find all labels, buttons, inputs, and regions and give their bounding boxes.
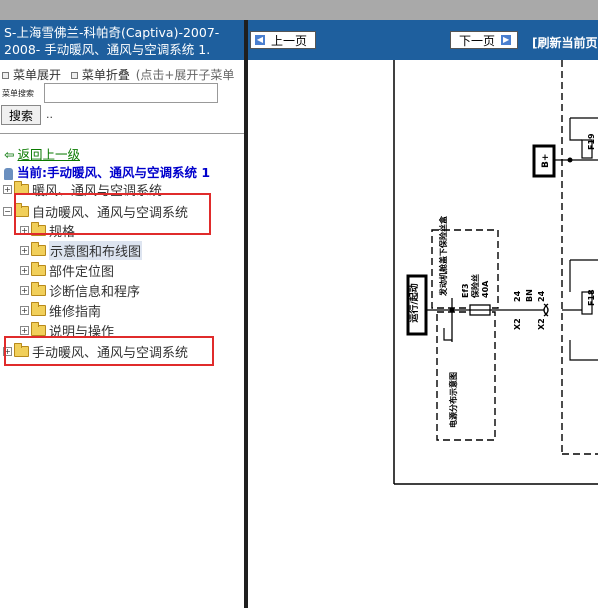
right-content-pane: ◀ 上一页 下一页 ▶ [刷新当前页 运行/起动 发动机舱盖下保险丝盒 Ef3 …	[248, 20, 598, 608]
folder-open-icon	[14, 203, 29, 217]
power-distribution-bracket	[443, 328, 452, 341]
collapse-icon	[70, 72, 78, 79]
expand-icon	[2, 72, 9, 79]
tree-item-component-locator[interactable]: + 部件定位图	[20, 261, 114, 280]
tree-item-label: 规格	[49, 225, 76, 240]
title-line-2: 2008- 手动暖风、通风与空调系统 1.	[4, 42, 211, 57]
f19-lead	[569, 118, 582, 141]
tree-item-label: 自动暖风、通风与空调系统	[32, 206, 189, 221]
menu-expand-link[interactable]: 菜单展开	[13, 68, 61, 82]
fuse-f19-text: F19	[587, 133, 596, 150]
separator-line	[0, 133, 244, 134]
folder-icon	[31, 302, 46, 316]
tree-item-description[interactable]: + 说明与操作	[20, 321, 114, 340]
tree-item-specs[interactable]: + 规格	[20, 221, 75, 240]
tree-item-manual-hvac[interactable]: + 手动暖风、通风与空调系统	[3, 342, 188, 361]
tree-item-label: 维修指南	[49, 305, 102, 320]
b-plus-text: B+	[541, 154, 551, 168]
power-distribution-text: 电源分布示意图	[448, 372, 458, 428]
expand-plus-icon[interactable]: +	[20, 286, 29, 295]
left-pane-title: S-上海雪佛兰-科帕奇(Captiva)-2007- 2008- 手动暖风、通风…	[0, 20, 244, 60]
search-dots: ..	[46, 108, 53, 121]
menu-hint: (点击+展开子菜单	[135, 68, 235, 82]
tree-item-repair[interactable]: + 维修指南	[20, 301, 101, 320]
search-label: 菜单搜索	[2, 89, 34, 98]
search-input[interactable]	[44, 83, 218, 103]
menu-collapse-link[interactable]: 菜单折叠	[82, 68, 130, 82]
wiring-diagram: 运行/起动 发动机舱盖下保险丝盒 Ef3 保险丝 40A 电源分布示意图 X2 …	[393, 60, 598, 485]
next-page-label: 下一页	[459, 33, 496, 48]
tree-item-label: 说明与操作	[49, 325, 115, 340]
arrow-left-icon: ◀	[255, 35, 265, 45]
fuse-rating-text: 40A	[481, 280, 490, 298]
search-button[interactable]: 搜索	[1, 105, 41, 125]
junction-dot	[449, 307, 455, 313]
current-location-label: 当前:手动暖风、通风与空调系统 1	[17, 165, 211, 180]
left-menu-pane: S-上海雪佛兰-科帕奇(Captiva)-2007- 2008- 手动暖风、通风…	[0, 20, 244, 608]
expand-plus-icon[interactable]: +	[20, 266, 29, 275]
folder-icon	[14, 343, 29, 357]
wire-24-a-text: 24	[513, 290, 522, 302]
current-location: 当前:手动暖风、通风与空调系统 1	[4, 162, 210, 181]
location-pin-icon	[4, 167, 13, 180]
tree-item-label: 部件定位图	[49, 265, 115, 280]
menu-controls: 菜单展开 菜单折叠 (点击+展开子菜单	[2, 66, 234, 83]
folder-icon	[31, 262, 46, 276]
next-page-button[interactable]: 下一页 ▶	[450, 31, 518, 49]
wire-bn-text: BN	[525, 289, 534, 302]
fuse-f18-text: F18	[587, 289, 596, 306]
tree-item-hvac[interactable]: + 暖风、通风与空调系统	[3, 180, 162, 199]
tree-item-label: 手动暖风、通风与空调系统	[32, 346, 189, 361]
expand-plus-icon[interactable]: +	[20, 246, 29, 255]
power-distribution-dashed-box	[436, 311, 496, 441]
back-link[interactable]: ⇦ 返回上一级	[4, 144, 80, 163]
browser-top-strip	[0, 0, 598, 20]
folder-icon	[31, 282, 46, 296]
expand-plus-icon[interactable]: +	[3, 347, 12, 356]
title-line-1: S-上海雪佛兰-科帕奇(Captiva)-2007-	[4, 25, 220, 40]
page-nav-bar: ◀ 上一页 下一页 ▶ [刷新当前页	[248, 20, 598, 60]
wire-24-b-text: 24	[537, 290, 546, 302]
fuse-id-text: Ef3	[461, 283, 470, 298]
tree-item-schematics[interactable]: + 示意图和布线图	[20, 241, 143, 260]
tree-item-auto-hvac[interactable]: − 自动暖风、通风与空调系统	[3, 202, 188, 221]
folder-icon	[14, 181, 29, 195]
f19-junction-dot	[567, 157, 573, 163]
folder-icon	[31, 222, 46, 236]
refresh-page-link[interactable]: [刷新当前页	[532, 34, 598, 51]
folder-icon	[31, 322, 46, 336]
prev-page-button[interactable]: ◀ 上一页	[250, 31, 316, 49]
tree-item-label: 暖风、通风与空调系统	[32, 184, 163, 199]
expand-plus-icon[interactable]: +	[20, 306, 29, 315]
collapse-minus-icon[interactable]: −	[3, 207, 12, 216]
expand-plus-icon[interactable]: +	[20, 326, 29, 335]
run-start-text: 运行/起动	[408, 283, 420, 322]
connector-x2-bottom-text: X2	[537, 318, 546, 330]
expand-plus-icon[interactable]: +	[20, 226, 29, 235]
back-link-label: 返回上一级	[17, 147, 80, 162]
folder-icon	[31, 242, 46, 256]
expand-plus-icon[interactable]: +	[3, 185, 12, 194]
tree-item-diagnostics[interactable]: + 诊断信息和程序	[20, 281, 140, 300]
fuse-panel-text: 发动机舱盖下保险丝盒	[438, 215, 448, 297]
arrow-right-icon: ▶	[501, 35, 512, 45]
tree-item-label-selected: 示意图和布线图	[49, 241, 143, 260]
tree-item-label: 诊断信息和程序	[49, 285, 141, 300]
connector-x2-top-text: X2	[513, 318, 522, 330]
back-arrow-icon: ⇦	[4, 147, 15, 162]
prev-page-label: 上一页	[271, 33, 308, 48]
fuse-label-text: 保险丝	[470, 274, 480, 299]
f18-bottom-lead	[569, 340, 598, 361]
